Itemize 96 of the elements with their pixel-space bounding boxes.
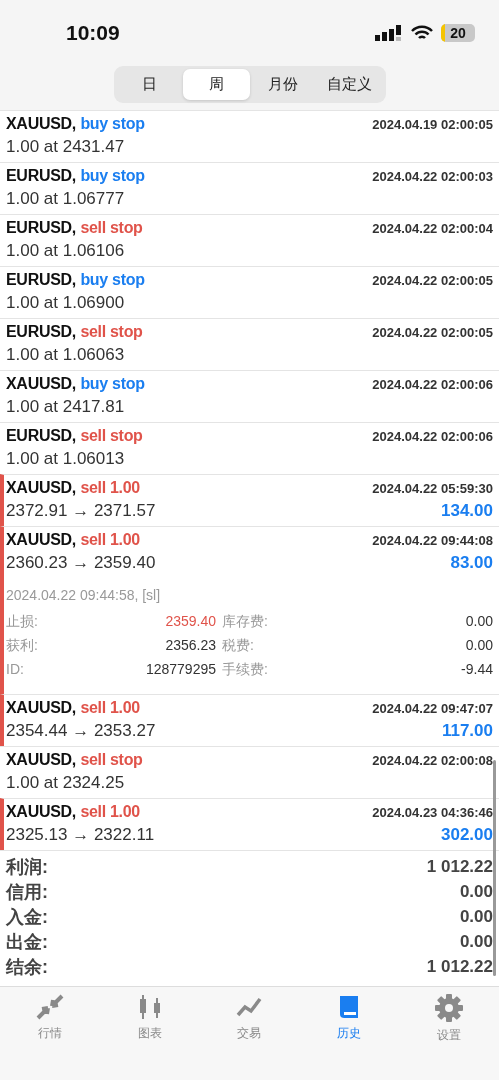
tab-bar-item[interactable]: 历史	[299, 992, 400, 1045]
battery-icon: 20	[441, 24, 475, 42]
summary-label: 出金:	[6, 931, 48, 955]
price-detail: 1.00 at 1.06777	[6, 188, 125, 209]
close-info: 2024.04.22 09:44:58, [sl]	[6, 586, 162, 603]
timestamp: 2024.04.22 02:00:03	[372, 168, 493, 184]
field-label: 库存费:	[222, 612, 269, 631]
order-type: sell stop	[80, 426, 143, 444]
order-type: sell 1.00	[80, 698, 140, 716]
summary-value: 1 012.22	[426, 957, 493, 978]
profit: 83.00	[450, 552, 493, 573]
price-detail: 2372.91 → 2371.57	[6, 500, 156, 521]
price-detail: 1.00 at 1.06106	[6, 240, 125, 261]
timestamp: 2024.04.22 02:00:06	[372, 376, 493, 392]
order-row[interactable]: XAUUSD, buy stop 2024.04.22 02:00:06 1.00 at 2417.81	[0, 369, 499, 422]
order-row[interactable]: EURUSD, sell stop 2024.04.22 02:00:04 1.00 at 1.06106	[0, 213, 499, 266]
summary-value: 0.00	[459, 882, 493, 903]
wifi-icon	[411, 25, 433, 41]
order-type: sell stop	[80, 750, 143, 768]
field-label: 获利:	[6, 636, 39, 655]
field-value: -9.44	[460, 660, 493, 679]
order-row[interactable]: XAUUSD, buy stop 2024.04.19 02:00:05 1.00 at 2431.47	[0, 109, 499, 162]
period-tab[interactable]: 日	[116, 69, 183, 100]
order-row[interactable]: EURUSD, sell stop 2024.04.22 02:00:05 1.00 at 1.06063	[0, 317, 499, 370]
summary-value: 0.00	[459, 907, 493, 928]
deal-row[interactable]: XAUUSD, sell 1.00 2024.04.22 09:44:08 2360.23 → 2359.40 83.00 2024.04.22 09:44:58, [sl] 止损: 2359.40 库存费: 0.00 获利: 2356.23 税费: 0.00 ID: 128779295 手续费: -9.44	[0, 525, 499, 694]
summary-value: 0.00	[459, 932, 493, 953]
order-type: buy stop	[80, 114, 145, 132]
symbol: XAUUSD,	[6, 114, 76, 132]
timestamp: 2024.04.22 02:00:06	[372, 428, 493, 444]
price-detail: 1.00 at 1.06063	[6, 344, 125, 365]
arrows-icon	[34, 992, 65, 1021]
price-detail: 1.00 at 2431.47	[6, 136, 125, 157]
timestamp: 2024.04.22 02:00:05	[372, 324, 493, 340]
order-type: buy stop	[80, 270, 145, 288]
field-label: ID:	[6, 660, 25, 679]
symbol: EURUSD,	[6, 166, 76, 184]
symbol: XAUUSD,	[6, 530, 76, 548]
order-type: sell 1.00	[80, 802, 140, 820]
field-label: 止损:	[6, 612, 39, 631]
symbol: EURUSD,	[6, 426, 76, 444]
summary-value: 1 012.22	[426, 857, 493, 878]
order-row[interactable]: EURUSD, sell stop 2024.04.22 02:00:06 1.00 at 1.06013	[0, 421, 499, 474]
price-detail: 1.00 at 1.06900	[6, 292, 125, 313]
symbol: XAUUSD,	[6, 374, 76, 392]
field-value: 2359.40	[164, 612, 217, 631]
order-row[interactable]: EURUSD, buy stop 2024.04.22 02:00:05 1.00 at 1.06900	[0, 265, 499, 318]
order-row[interactable]: EURUSD, buy stop 2024.04.22 02:00:03 1.00 at 1.06777	[0, 161, 499, 214]
price-detail: 1.00 at 1.06013	[6, 448, 125, 469]
timestamp: 2024.04.22 09:47:07	[372, 700, 493, 716]
symbol: XAUUSD,	[6, 802, 76, 820]
order-type: sell 1.00	[80, 478, 140, 496]
profit: 117.00	[441, 720, 493, 741]
order-type: buy stop	[80, 374, 145, 392]
symbol: EURUSD,	[6, 322, 76, 340]
price-detail: 2360.23 → 2359.40	[6, 552, 156, 573]
profit: 134.00	[441, 500, 493, 521]
symbol: XAUUSD,	[6, 750, 76, 768]
period-tab[interactable]: 周	[183, 69, 250, 100]
field-label: 税费:	[222, 636, 255, 655]
timestamp: 2024.04.22 02:00:04	[372, 220, 493, 236]
timestamp: 2024.04.19 02:00:05	[372, 116, 493, 132]
timestamp: 2024.04.22 09:44:08	[372, 532, 493, 548]
field-value: 128779295	[144, 660, 217, 679]
symbol: EURUSD,	[6, 218, 76, 236]
price-detail: 2325.13 → 2322.11	[6, 824, 155, 845]
price-detail: 1.00 at 2324.25	[6, 772, 125, 793]
signal-icon	[375, 25, 403, 41]
field-label: 手续费:	[222, 660, 269, 679]
deal-row[interactable]: XAUUSD, sell 1.00 2024.04.22 05:59:30 2372.91 → 2371.57 134.00	[0, 473, 499, 526]
order-type: sell stop	[80, 322, 143, 340]
summary-label: 信用:	[6, 881, 48, 905]
summary-label: 利润:	[6, 856, 48, 880]
timestamp: 2024.04.22 05:59:30	[372, 480, 493, 496]
price-detail: 2354.44 → 2353.27	[6, 720, 156, 741]
symbol: EURUSD,	[6, 270, 76, 288]
symbol: XAUUSD,	[6, 478, 76, 496]
order-type: sell stop	[80, 218, 143, 236]
timestamp: 2024.04.22 02:00:08	[372, 752, 493, 768]
symbol: XAUUSD,	[6, 698, 76, 716]
price-detail: 1.00 at 2417.81	[6, 396, 125, 417]
field-value: 0.00	[464, 636, 493, 655]
period-tab[interactable]: 自定义	[316, 69, 383, 100]
field-value: 2356.23	[164, 636, 217, 655]
clock: 10:09	[66, 21, 120, 45]
summary-label: 结余:	[6, 956, 48, 980]
timestamp: 2024.04.23 04:36:46	[372, 804, 493, 820]
period-tab[interactable]: 月份	[249, 69, 316, 100]
deal-row[interactable]: XAUUSD, sell 1.00 2024.04.22 09:47:07 2354.44 → 2353.27 117.00	[0, 693, 499, 746]
timestamp: 2024.04.22 02:00:05	[372, 272, 493, 288]
order-type: buy stop	[80, 166, 145, 184]
field-value: 0.00	[464, 612, 493, 631]
order-type: sell 1.00	[80, 530, 140, 548]
summary-label: 入金:	[6, 906, 48, 930]
profit: 302.00	[441, 824, 493, 845]
settings-icon	[434, 992, 465, 1023]
